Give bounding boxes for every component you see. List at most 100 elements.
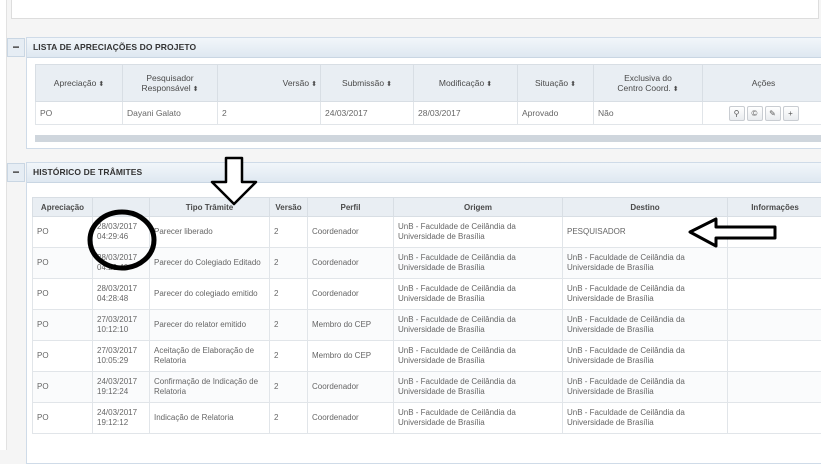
sort-arrows-icon[interactable]: ⬍ (570, 81, 576, 88)
cell-data: 24/03/201719:12:12 (93, 403, 150, 434)
cell-perfil: Coordenador (308, 403, 394, 434)
panel-header: − HISTÓRICO DE TRÂMITES (27, 163, 821, 183)
col-apreciacao[interactable]: Apreciação (33, 198, 93, 217)
cell-apreciacao: PO (33, 248, 93, 279)
date-text: 24/03/2017 (97, 408, 145, 418)
cell-informacoes (728, 217, 821, 248)
cell-acoes: ⚲©✎+ (703, 102, 821, 125)
cell-perfil: Coordenador (308, 248, 394, 279)
plus-icon[interactable]: + (783, 106, 799, 121)
cell-exclusiva: Não (594, 102, 703, 125)
minus-icon[interactable]: − (7, 163, 25, 182)
sort-arrows-icon[interactable]: ⬍ (386, 81, 392, 88)
cell-apreciacao: PO (33, 341, 93, 372)
col-versao[interactable]: Versão (270, 198, 308, 217)
cell-tipo: Confirmação de Indicação de Relatoria (150, 372, 270, 403)
table-row: PO28/03/201704:29:40Parecer do Colegiado… (33, 248, 821, 279)
appreciation-table: Apreciação⬍ PesquisadorResponsável⬍ Vers… (35, 64, 821, 125)
col-informacoes[interactable]: Informações (728, 198, 821, 217)
col-exclusiva[interactable]: Exclusiva doCentro Coord.⬍ (594, 65, 703, 102)
col-submissao[interactable]: Submissão⬍ (321, 65, 414, 102)
col-situacao[interactable]: Situação⬍ (518, 65, 594, 102)
date-text: 27/03/2017 (97, 346, 145, 356)
sort-arrows-icon[interactable]: ⬍ (486, 81, 492, 88)
cell-data: 28/03/201704:29:46 (93, 217, 150, 248)
time-text: 04:29:46 (97, 232, 145, 242)
cell-versao: 2 (270, 341, 308, 372)
cell-origem: UnB - Faculdade de Ceilândia da Universi… (394, 248, 563, 279)
table-row: PO28/03/201704:28:48Parecer do colegiado… (33, 279, 821, 310)
table-row: PO 27/03/201710:05:29 Aceitação de Elabora… (33, 341, 821, 372)
cell-tipo: Indicação de Relatoria (150, 403, 270, 434)
col-perfil[interactable]: Perfil (308, 198, 394, 217)
cell-informacoes (728, 403, 821, 434)
time-text: 04:29:40 (97, 263, 145, 273)
cell-destino: UnB - Faculdade de Ceilândia da Universi… (563, 341, 728, 372)
table-row: PO24/03/201719:12:12Indicação de Relator… (33, 403, 821, 434)
sort-arrows-icon[interactable]: ⬍ (673, 86, 679, 93)
cell-perfil: Membro do CEP (308, 310, 394, 341)
table-row: PO Dayani Galato 2 24/03/2017 28/03/2017… (36, 102, 821, 125)
col-data[interactable] (93, 198, 150, 217)
cell-versao: 2 (218, 102, 321, 125)
table-header-row: Apreciação⬍ PesquisadorResponsável⬍ Vers… (36, 65, 821, 102)
cell-apreciacao: PO (33, 403, 93, 434)
table-row: PO28/03/201704:29:46Parecer liberado2Coo… (33, 217, 821, 248)
edit-icon[interactable]: ✎ (765, 106, 781, 121)
table-row: PO24/03/201719:12:24Confirmação de Indic… (33, 372, 821, 403)
col-pesquisador[interactable]: PesquisadorResponsável⬍ (123, 65, 218, 102)
cell-data: 28/03/201704:29:40 (93, 248, 150, 279)
cell-versao: 2 (270, 372, 308, 403)
col-destino[interactable]: Destino (563, 198, 728, 217)
cell-data: 27/03/201710:12:10 (93, 310, 150, 341)
history-table: Apreciação Tipo Trâmite Versão Perfil Or… (32, 197, 821, 434)
col-apreciacao[interactable]: Apreciação⬍ (36, 65, 123, 102)
minus-icon[interactable]: − (7, 38, 25, 57)
col-origem[interactable]: Origem (394, 198, 563, 217)
sort-arrows-icon[interactable]: ⬍ (311, 81, 317, 88)
search-icon[interactable]: ⚲ (729, 106, 745, 121)
col-tipo[interactable]: Tipo Trâmite (150, 198, 270, 217)
table-scrollbar[interactable] (35, 135, 821, 142)
cell-destino: UnB - Faculdade de Ceilândia da Universi… (563, 279, 728, 310)
cell-tipo: Parecer do relator emitido (150, 310, 270, 341)
cell-apreciacao: PO (33, 372, 93, 403)
sort-arrows-icon[interactable]: ⬍ (193, 86, 199, 93)
col-acoes: Ações (703, 65, 821, 102)
cell-origem: UnB - Faculdade de Ceilândia da Universi… (394, 217, 563, 248)
sort-arrows-icon[interactable]: ⬍ (98, 81, 104, 88)
cell-informacoes (728, 279, 821, 310)
date-text: 28/03/2017 (97, 284, 145, 294)
cell-apreciacao: PO (33, 217, 93, 248)
col-versao[interactable]: Versão⬍ (218, 65, 321, 102)
history-panel: − HISTÓRICO DE TRÂMITES Apreciação Tipo … (26, 162, 821, 464)
cell-perfil: Coordenador (308, 217, 394, 248)
date-text: 28/03/2017 (97, 253, 145, 263)
cell-origem: UnB - Faculdade de Ceilândia da Universi… (394, 279, 563, 310)
cell-tipo: Aceitação de Elaboração de Relatoria (150, 341, 270, 372)
cell-origem: UnB - Faculdade de Ceilândia da Universi… (394, 372, 563, 403)
table-header-row: Apreciação Tipo Trâmite Versão Perfil Or… (33, 198, 821, 217)
appreciation-list-panel: − LISTA DE APRECIAÇÕES DO PROJETO Apreci… (26, 37, 821, 149)
time-text: 19:12:24 (97, 387, 145, 397)
cell-versao: 2 (270, 403, 308, 434)
time-text: 10:05:29 (97, 356, 145, 366)
top-content-box (11, 0, 819, 19)
date-text: 28/03/2017 (97, 222, 145, 232)
cell-tipo: Parecer do colegiado emitido (150, 279, 270, 310)
cell-destino: UnB - Faculdade de Ceilândia da Universi… (563, 310, 728, 341)
cell-origem: UnB - Faculdade de Ceilândia da Universi… (394, 403, 563, 434)
cell-tipo: Parecer do Colegiado Editado (150, 248, 270, 279)
cell-versao: 2 (270, 310, 308, 341)
cell-tipo: Parecer liberado (150, 217, 270, 248)
cell-origem: UnB - Faculdade de Ceilândia da Universi… (394, 341, 563, 372)
date-text: 27/03/2017 (97, 315, 145, 325)
document-icon[interactable]: © (747, 106, 763, 121)
cell-apreciacao: PO (33, 279, 93, 310)
panel-title: HISTÓRICO DE TRÂMITES (33, 167, 142, 177)
cell-apreciacao: PO (33, 310, 93, 341)
cell-destino: UnB - Faculdade de Ceilândia da Universi… (563, 372, 728, 403)
cell-perfil: Membro do CEP (308, 341, 394, 372)
col-modificacao[interactable]: Modificação⬍ (414, 65, 518, 102)
cell-submissao: 24/03/2017 (321, 102, 414, 125)
